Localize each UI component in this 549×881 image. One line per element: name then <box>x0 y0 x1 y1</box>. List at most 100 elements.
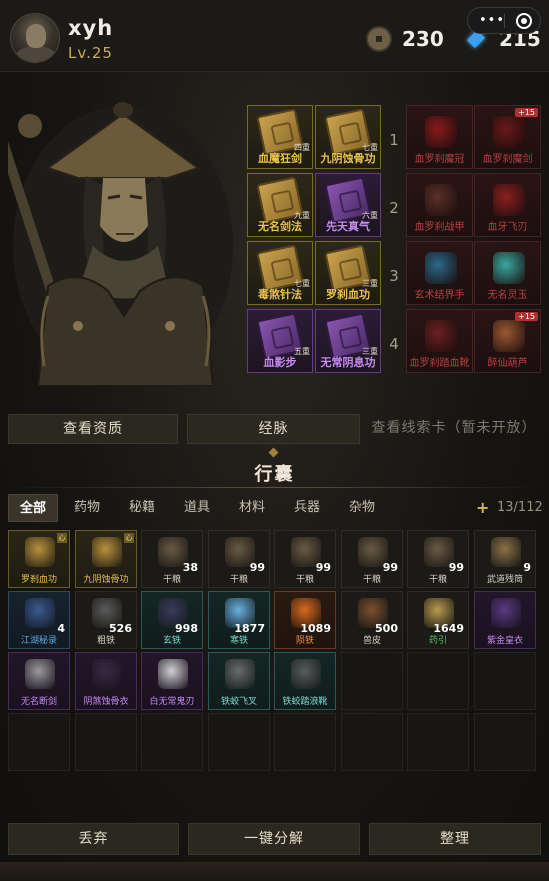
skill-slot[interactable]: 七重 九阴蚀骨功 <box>315 105 381 169</box>
equipment-slot[interactable]: 血罗刹战甲 <box>406 173 473 237</box>
equipment-slot[interactable]: 血牙飞刃 <box>474 173 541 237</box>
close-miniprogram-icon[interactable] <box>516 13 532 29</box>
inventory-item[interactable]: 526 粗铁 <box>75 591 137 649</box>
skill-slot[interactable]: 五重 血影步 <box>247 309 313 373</box>
inventory-item[interactable]: 998 玄铁 <box>141 591 203 649</box>
skill-name: 无常阴息功 <box>320 356 376 369</box>
inventory-item[interactable]: 无名断剑 <box>8 652 70 710</box>
equipment-slot[interactable]: 血罗刹魔冠 <box>406 105 473 169</box>
inventory-item[interactable]: 紫金皇衣 <box>474 591 536 649</box>
inventory-empty-slot <box>274 713 336 771</box>
tab-2[interactable]: 秘籍 <box>117 494 167 522</box>
character-portrait <box>8 102 233 386</box>
equipment-slot[interactable]: +15 血罗刹魔剑 <box>474 105 541 169</box>
inventory-item[interactable]: 99 干粮 <box>274 530 336 588</box>
skill-slot[interactable]: 六重 先天真气 <box>315 173 381 237</box>
equipment-name: 玄术结界手 <box>414 290 465 301</box>
item-mark: 心 <box>57 533 67 543</box>
player-avatar[interactable] <box>10 13 60 63</box>
item-name: 武道残简 <box>486 575 523 585</box>
view-clue-cards-button: 查看线索卡（暂未开放） <box>371 420 537 436</box>
inventory-item[interactable]: 白无常鬼刃 <box>141 652 203 710</box>
item-name: 无名断剑 <box>20 697 57 707</box>
inventory-empty-slot <box>474 713 536 771</box>
item-name: 紫金皇衣 <box>486 636 523 646</box>
equipment-slot[interactable]: 无名灵玉 <box>474 241 541 305</box>
tab-1[interactable]: 药物 <box>62 494 112 522</box>
capsule-divider <box>504 14 505 28</box>
skill-name: 毒煞针法 <box>258 288 302 301</box>
tab-0[interactable]: 全部 <box>8 494 58 522</box>
row-number: 3 <box>389 267 399 285</box>
inventory-item[interactable]: 心罗刹血功 <box>8 530 70 588</box>
player-name: xyh <box>68 16 114 40</box>
inventory-item[interactable]: 1089 陨铁 <box>274 591 336 649</box>
title-ornament <box>268 447 279 458</box>
coin-icon <box>366 26 392 52</box>
inventory-empty-slot <box>75 713 137 771</box>
tab-6[interactable]: 杂物 <box>337 494 387 522</box>
item-name: 寒铁 <box>229 636 248 646</box>
item-icon <box>491 537 521 567</box>
item-name: 铁蛟踏浪靴 <box>282 697 328 707</box>
item-icon <box>25 537 55 567</box>
equipment-icon <box>493 252 525 284</box>
equipment-icon <box>425 116 457 148</box>
item-name: 江湖秘录 <box>20 636 57 646</box>
more-menu-icon[interactable]: ••• <box>479 13 505 28</box>
skill-slot[interactable]: 七重 毒煞针法 <box>247 241 313 305</box>
equipment-name: 血牙飞刃 <box>487 222 528 233</box>
bulk-decompose-button[interactable]: 一键分解 <box>188 823 360 855</box>
tab-5[interactable]: 兵器 <box>282 494 332 522</box>
inventory-item[interactable]: 阴煞蚀骨衣 <box>75 652 137 710</box>
tab-3[interactable]: 道具 <box>172 494 222 522</box>
inventory-item[interactable]: 9 武道残简 <box>474 530 536 588</box>
skill-slot[interactable]: 三重 无常阴息功 <box>315 309 381 373</box>
skill-slot[interactable]: 三重 罗刹血功 <box>315 241 381 305</box>
tab-4[interactable]: 材料 <box>227 494 277 522</box>
item-mark: 心 <box>124 533 134 543</box>
item-name: 干粮 <box>428 575 447 585</box>
inventory-item[interactable]: 500 兽皮 <box>341 591 403 649</box>
bag-title: 行囊 <box>254 464 295 485</box>
skill-name: 无名剑法 <box>258 220 302 233</box>
inventory-item[interactable]: 99 干粮 <box>407 530 469 588</box>
inventory-item[interactable]: 99 干粮 <box>208 530 270 588</box>
sort-button[interactable]: 整理 <box>369 823 541 855</box>
inventory-item[interactable]: 38 干粮 <box>141 530 203 588</box>
item-icon <box>491 598 521 628</box>
item-name: 铁蛟飞叉 <box>220 697 257 707</box>
inventory-empty-slot <box>407 713 469 771</box>
equipment-icon <box>493 116 525 148</box>
item-icon <box>225 659 255 689</box>
inventory-item[interactable]: 铁蛟踏浪靴 <box>274 652 336 710</box>
inventory-item[interactable]: 心九阴蚀骨功 <box>75 530 137 588</box>
equipment-slot[interactable]: 玄术结界手 <box>406 241 473 305</box>
enhance-level: +15 <box>515 108 538 117</box>
equipment-name: 血罗刹魔冠 <box>414 154 465 165</box>
discard-button[interactable]: 丢弃 <box>8 823 179 855</box>
bag-capacity: 13/112 <box>497 500 543 515</box>
skill-slot[interactable]: 九重 无名剑法 <box>247 173 313 237</box>
item-icon <box>25 598 55 628</box>
equipment-name: 血罗刹战甲 <box>414 222 465 233</box>
game-screen: xyh Lv.25 230 215 ••• 四重 血魔狂剑 七重 九阴蚀骨功 九… <box>0 0 549 881</box>
player-level: Lv.25 <box>68 44 113 62</box>
equipment-slot[interactable]: +15 醉仙葫芦 <box>474 309 541 373</box>
meridians-button[interactable]: 经脉 <box>187 414 360 444</box>
equipment-name: 醉仙葫芦 <box>487 358 528 369</box>
item-name: 阴煞蚀骨衣 <box>83 697 129 707</box>
inventory-item[interactable]: 铁蛟飞叉 <box>208 652 270 710</box>
inventory-item[interactable]: 4 江湖秘录 <box>8 591 70 649</box>
equipment-icon <box>493 320 525 352</box>
inventory-item[interactable]: 1649 药引 <box>407 591 469 649</box>
skill-slot[interactable]: 四重 血魔狂剑 <box>247 105 313 169</box>
inventory-empty-slot <box>341 652 403 710</box>
inventory-item[interactable]: 1877 寒铁 <box>208 591 270 649</box>
equipment-icon <box>425 320 457 352</box>
inventory-item[interactable]: 99 干粮 <box>341 530 403 588</box>
equipment-slot[interactable]: 血罗刹踏血靴 <box>406 309 473 373</box>
inventory-empty-slot <box>8 713 70 771</box>
view-aptitude-button[interactable]: 查看资质 <box>8 414 178 444</box>
expand-bag-button[interactable]: + <box>476 498 489 517</box>
